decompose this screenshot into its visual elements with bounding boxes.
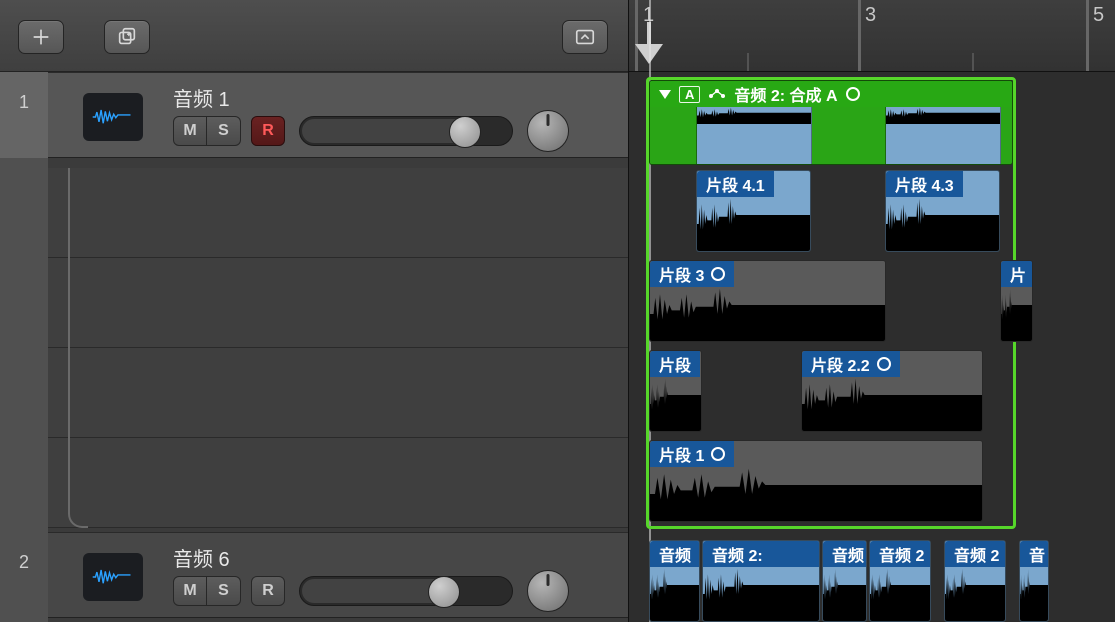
audio-region[interactable]: 片段 1 <box>649 440 983 522</box>
waveform <box>697 197 810 251</box>
duplicate-track-button[interactable] <box>104 20 150 54</box>
solo-button[interactable]: S <box>207 116 241 146</box>
volume-slider[interactable] <box>299 116 513 146</box>
region-label: 音频 <box>823 541 866 567</box>
audio-region[interactable]: 音频 2 <box>869 540 931 622</box>
waveform <box>823 567 866 621</box>
duplicate-icon <box>116 26 138 48</box>
comp-title: 音频 2: 合成 A <box>734 82 837 106</box>
audio-region[interactable]: 片段 2.2 <box>801 350 983 432</box>
region-label: 音频 2: <box>703 541 819 567</box>
mute-button[interactable]: M <box>173 576 207 606</box>
region-label: 片段 1 <box>650 441 734 467</box>
record-enable-button[interactable]: R <box>251 576 285 606</box>
track-name[interactable]: 音频 6 <box>173 543 230 572</box>
comp-segment[interactable] <box>812 107 886 164</box>
loop-indicator-icon <box>711 267 725 281</box>
loop-indicator-icon <box>711 447 725 461</box>
arrange-area[interactable]: 1 3 5 A 音频 2: 合成 A 片段 4.1片段 4.3片段 3 片片段片… <box>629 0 1115 622</box>
waveform <box>1020 567 1048 621</box>
track-header-1[interactable]: 音频 1 M S R <box>48 72 628 158</box>
mute-button[interactable]: M <box>173 116 207 146</box>
waveform <box>1001 287 1032 341</box>
track-number-2[interactable]: 2 <box>0 532 48 618</box>
plus-icon <box>30 26 52 48</box>
volume-slider[interactable] <box>299 576 513 606</box>
track-headers: 音频 1 M S R 音频 6 M <box>48 72 628 622</box>
loop-indicator-icon <box>877 357 891 371</box>
clips-area[interactable]: A 音频 2: 合成 A 片段 4.1片段 4.3片段 3 片片段片段 2.2 … <box>629 72 1115 622</box>
flex-icon <box>708 85 726 104</box>
comp-segment[interactable] <box>697 107 812 164</box>
track-controls: M S R <box>173 575 569 607</box>
audio-region[interactable]: 片段 <box>649 350 702 432</box>
track-header-panel: 1 2 音频 1 M S R <box>0 0 629 622</box>
take-lane[interactable] <box>48 348 628 438</box>
take-lane[interactable] <box>48 258 628 348</box>
region-label: 片段 2.2 <box>802 351 900 377</box>
pan-knob[interactable] <box>527 570 569 612</box>
comp-a-badge: A <box>679 86 700 103</box>
toolbar-menu-button[interactable] <box>562 20 608 54</box>
audio-region[interactable]: 音频 <box>649 540 700 622</box>
audio-region[interactable]: 音频 2: <box>702 540 820 622</box>
waveform <box>650 287 885 341</box>
region-label: 片段 4.3 <box>886 171 963 197</box>
comp-segment[interactable] <box>886 107 1001 164</box>
region-label: 片段 <box>650 351 700 377</box>
take-folder-bracket <box>68 168 88 528</box>
comp-header-region[interactable]: A 音频 2: 合成 A <box>649 80 1013 165</box>
waveform <box>650 377 701 431</box>
track-number-strip: 1 2 <box>0 72 48 622</box>
add-track-button[interactable] <box>18 20 64 54</box>
track-toolbar <box>0 0 628 72</box>
panel-up-icon <box>574 26 596 48</box>
loop-indicator-icon <box>846 87 860 101</box>
waveform <box>703 567 819 621</box>
take-lane[interactable] <box>48 168 628 258</box>
track-number-1[interactable]: 1 <box>0 72 48 158</box>
comp-segment[interactable] <box>650 107 697 164</box>
audio-region[interactable]: 音 <box>1019 540 1049 622</box>
audio-region[interactable]: 片段 3 <box>649 260 886 342</box>
pan-knob[interactable] <box>527 110 569 152</box>
audio-region[interactable]: 片段 4.3 <box>885 170 1000 252</box>
audio-region[interactable]: 音频 2 <box>944 540 1006 622</box>
track-icon-audio <box>83 553 143 601</box>
region-label: 音频 2 <box>870 541 930 567</box>
record-enable-button[interactable]: R <box>251 116 285 146</box>
comp-header-bar[interactable]: A 音频 2: 合成 A <box>650 81 1012 107</box>
bar-number: 5 <box>1093 4 1104 27</box>
region-label: 音频 <box>650 541 699 567</box>
timeline-ruler[interactable]: 1 3 5 <box>629 0 1115 72</box>
region-label: 音频 2 <box>945 541 1005 567</box>
track-header-2[interactable]: 音频 6 M S R <box>48 532 628 618</box>
region-label: 片段 3 <box>650 261 734 287</box>
audio-region[interactable]: 音频 <box>822 540 867 622</box>
solo-button[interactable]: S <box>207 576 241 606</box>
bar-number: 3 <box>865 4 876 27</box>
take-lane[interactable] <box>48 438 628 528</box>
region-label: 片段 4.1 <box>697 171 774 197</box>
disclosure-triangle-icon[interactable] <box>659 90 671 99</box>
track-icon-audio <box>83 93 143 141</box>
waveform <box>802 377 982 431</box>
audio-region[interactable]: 片 <box>1000 260 1033 342</box>
waveform <box>650 567 699 621</box>
region-label: 音 <box>1020 541 1048 567</box>
region-label: 片 <box>1001 261 1033 287</box>
track-controls: M S R <box>173 115 569 147</box>
waveform <box>886 197 999 251</box>
waveform <box>650 467 982 521</box>
waveform <box>870 567 930 621</box>
track-name[interactable]: 音频 1 <box>173 83 230 112</box>
audio-region[interactable]: 片段 4.1 <box>696 170 811 252</box>
waveform <box>945 567 1005 621</box>
